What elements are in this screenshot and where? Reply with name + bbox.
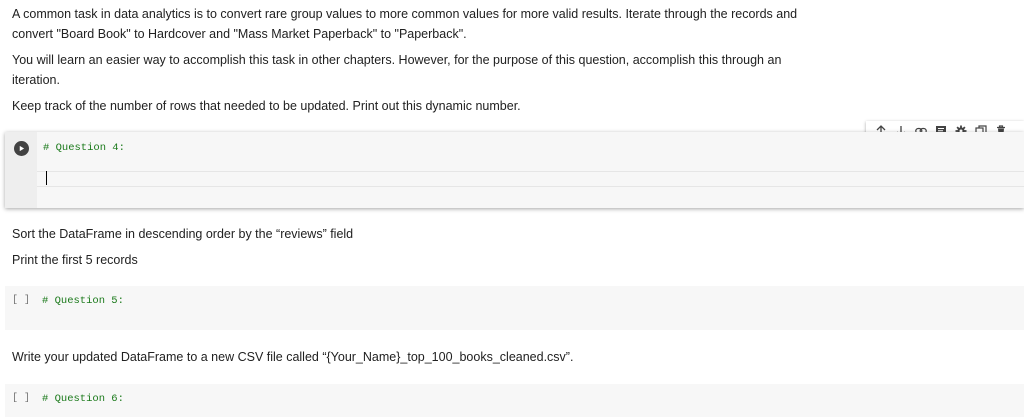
current-line-highlight — [37, 171, 1024, 187]
markdown-paragraph: A common task in data analytics is to co… — [12, 7, 798, 41]
code-editor[interactable]: # Question 4: — [37, 132, 1024, 208]
execution-count-prompt[interactable]: [ ] — [12, 393, 30, 404]
code-comment: # Question 6: — [42, 393, 124, 405]
play-icon — [19, 145, 25, 152]
markdown-paragraph: Sort the DataFrame in descending order b… — [12, 227, 354, 241]
code-cell-question-5[interactable]: [ ] # Question 5: — [5, 286, 1024, 330]
markdown-paragraph: Write your updated DataFrame to a new CS… — [12, 350, 574, 364]
code-comment: # Question 4: — [43, 142, 125, 154]
code-comment: # Question 5: — [42, 295, 124, 307]
code-cell-question-6[interactable]: [ ] # Question 6: — [5, 384, 1024, 417]
run-cell-button[interactable] — [14, 141, 29, 156]
cell-gutter — [5, 132, 37, 208]
markdown-paragraph: You will learn an easier way to accompli… — [12, 53, 782, 87]
text-caret — [46, 171, 47, 185]
execution-count-prompt[interactable]: [ ] — [12, 295, 30, 306]
markdown-paragraph: Print the first 5 records — [12, 253, 138, 267]
markdown-paragraph: Keep track of the number of rows that ne… — [12, 99, 521, 113]
code-cell-question-4[interactable]: # Question 4: — [5, 132, 1024, 208]
